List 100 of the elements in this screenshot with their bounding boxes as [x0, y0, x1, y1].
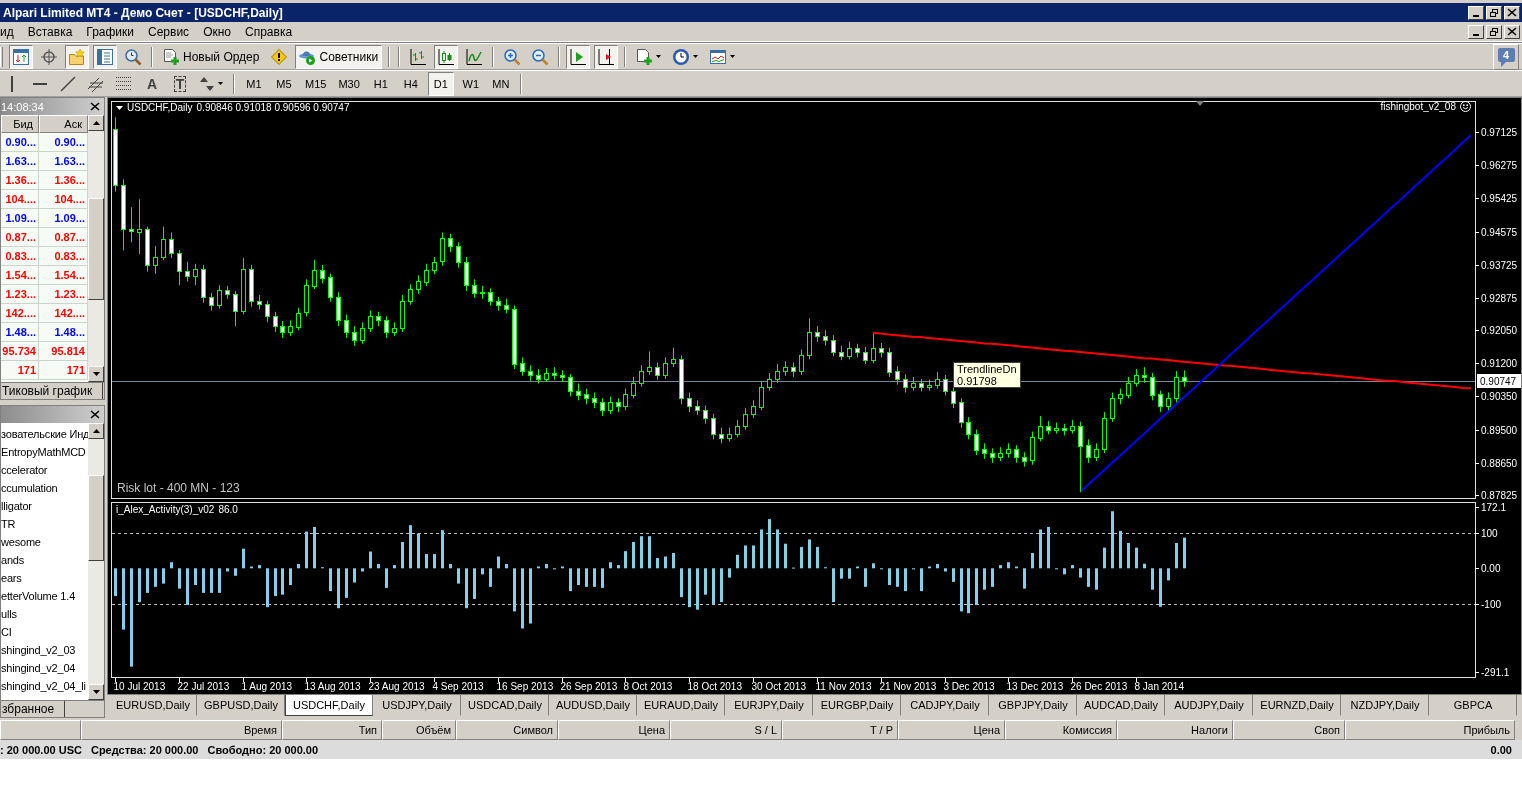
tree-item[interactable]: shingind_v2_04 — [1, 659, 88, 677]
column-header[interactable]: Комиссия — [1005, 720, 1117, 740]
date-axis-label: 3 Dec 2013 — [943, 681, 995, 692]
tree-item[interactable]: ccelerator — [1, 461, 88, 479]
toolbar-button[interactable]: Новый Ордер — [159, 44, 264, 69]
chart-tab[interactable]: EURGBP,Daily — [813, 695, 901, 716]
candle — [1014, 444, 1019, 464]
column-header[interactable]: Объём — [382, 720, 456, 740]
toolbar-button[interactable] — [566, 44, 591, 69]
column-header[interactable]: Цена — [898, 720, 1005, 740]
chart-tab[interactable]: USDCAD,Daily — [461, 695, 549, 716]
candle — [982, 442, 987, 460]
timeframe-button[interactable]: H1 — [367, 71, 394, 96]
timeframe-button[interactable]: H4 — [397, 71, 424, 96]
tree-item[interactable]: wesome — [1, 533, 88, 551]
chart-tab[interactable]: EURNZD,Daily — [1253, 695, 1341, 716]
chart-tab[interactable]: AUDJPY,Daily — [1165, 695, 1253, 716]
drawing-tool-button[interactable]: T — [168, 71, 192, 96]
tree-item[interactable]: CI — [1, 623, 88, 641]
column-header[interactable]: Бид — [1, 115, 39, 133]
price-axis-label: 0.91200 — [1481, 358, 1518, 369]
timeframe-button[interactable]: MN — [487, 71, 514, 96]
chart-tab[interactable]: NZDJPY,Daily — [1341, 695, 1429, 716]
tree-item[interactable]: ands — [1, 551, 88, 569]
candle — [623, 388, 628, 411]
close-button[interactable] — [1504, 5, 1520, 20]
column-header[interactable]: Налоги — [1117, 720, 1233, 740]
tree-item[interactable]: shingind_v2_04_li — [1, 677, 88, 695]
scrollbar[interactable] — [88, 115, 104, 382]
chart-tab[interactable]: EURJPY,Daily — [725, 695, 813, 716]
chart-tab[interactable]: EURAUD,Daily — [637, 695, 725, 716]
indicator-axis-label: 100 — [1481, 528, 1498, 539]
menu-item[interactable]: ид — [0, 23, 21, 40]
tree-item[interactable]: shingind_v2_03 — [1, 641, 88, 659]
chart-tab[interactable]: AUDCAD,Daily — [1077, 695, 1165, 716]
histogram-bar — [425, 554, 428, 569]
chart-tab[interactable]: AUDUSD,Daily — [549, 695, 637, 716]
toolbar-button[interactable]: Советники — [295, 44, 383, 69]
column-header[interactable]: Прибыль — [1345, 720, 1515, 740]
timeframe-button[interactable]: M15 — [301, 71, 331, 96]
tree-item[interactable]: TR — [1, 515, 88, 533]
scrollbar-thumb[interactable] — [88, 197, 104, 300]
timeframe-button[interactable]: M1 — [241, 71, 267, 96]
drawing-tool-button[interactable]: A — [140, 71, 164, 96]
toolbar-button[interactable] — [434, 44, 459, 69]
histogram-bar — [696, 568, 699, 610]
tree-item[interactable]: etterVolume 1.4 — [1, 587, 88, 605]
column-header[interactable]: Время — [81, 720, 282, 740]
menu-item[interactable]: Графики — [79, 23, 142, 40]
menu-item[interactable]: Сервис — [141, 23, 197, 40]
candlestick-icon — [438, 48, 455, 65]
minimize-button[interactable] — [1468, 24, 1484, 39]
column-header[interactable]: Цена — [558, 720, 670, 740]
column-header[interactable]: Символ — [456, 720, 558, 740]
tree-item[interactable]: ccumulation — [1, 479, 88, 497]
timeframe-button[interactable]: D1 — [427, 71, 454, 96]
column-header[interactable]: Аск — [39, 115, 88, 133]
chart-tab[interactable]: USDJPY,Daily — [373, 695, 461, 716]
panel-tab[interactable]: Тиковый график — [1, 383, 104, 399]
panel-tab[interactable]: збранное — [1, 701, 66, 717]
chart-tab[interactable]: USDCHF,Daily — [285, 695, 373, 716]
chart-tab[interactable]: GBPCA — [1429, 695, 1517, 716]
candle — [344, 313, 349, 339]
minimize-button[interactable] — [1468, 5, 1484, 20]
tree-item[interactable]: EntropyMathMCD — [1, 443, 88, 461]
scroll-down-button[interactable] — [88, 684, 104, 700]
restore-button[interactable] — [1486, 24, 1502, 39]
tree-item[interactable]: ulls — [1, 605, 88, 623]
tree-item[interactable]: lligator — [1, 497, 88, 515]
restore-button[interactable] — [1486, 5, 1502, 20]
down-triangle-icon — [92, 690, 100, 694]
timeframe-button[interactable]: M30 — [334, 71, 364, 96]
date-axis-label: 8 Jan 2014 — [1134, 681, 1184, 692]
menu-item[interactable]: Окно — [196, 23, 238, 40]
column-header[interactable]: T / P — [782, 720, 898, 740]
close-button[interactable] — [88, 100, 102, 113]
scrollbar[interactable] — [88, 423, 104, 700]
toolbar-button[interactable] — [594, 44, 619, 69]
close-button[interactable] — [1504, 24, 1520, 39]
candle — [384, 315, 389, 339]
column-header[interactable]: Тип — [282, 720, 382, 740]
tree-item[interactable]: ears — [1, 569, 88, 587]
close-button[interactable] — [88, 408, 102, 421]
scroll-up-button[interactable] — [88, 423, 104, 439]
timeframe-button[interactable]: M5 — [271, 71, 297, 96]
column-header[interactable]: Своп — [1233, 720, 1345, 740]
menu-item[interactable]: Справка — [238, 23, 300, 40]
menu-item[interactable]: Вставка — [20, 23, 80, 40]
scroll-down-button[interactable] — [88, 366, 104, 382]
scroll-up-button[interactable] — [88, 115, 104, 131]
column-header[interactable] — [0, 720, 81, 740]
column-header[interactable]: S / L — [670, 720, 782, 740]
timeframe-button[interactable]: W1 — [457, 71, 484, 96]
notifications-button[interactable]: 4 — [1493, 43, 1519, 70]
chart-tab[interactable]: CADJPY,Daily — [901, 695, 989, 716]
chart-tab[interactable]: EURUSD,Daily — [109, 695, 197, 716]
chart-tab[interactable]: GBPJPY,Daily — [989, 695, 1077, 716]
scrollbar-thumb[interactable] — [88, 475, 104, 561]
balance-text: : 20 000.00 USC — [0, 743, 82, 756]
histogram-bar — [114, 568, 117, 597]
